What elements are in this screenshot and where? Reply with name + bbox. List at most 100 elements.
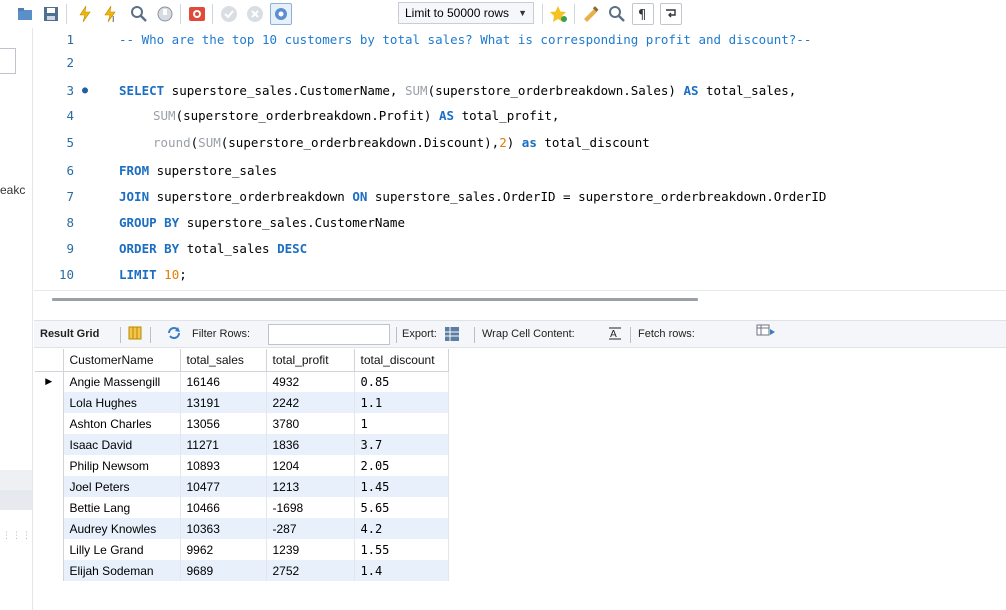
- grid-view-icon[interactable]: [128, 326, 142, 343]
- line-number: 2: [66, 54, 74, 70]
- sidebar-search-input[interactable]: [0, 48, 16, 74]
- table-row[interactable]: Ashton Charles 13056 3780 1: [35, 413, 449, 434]
- table-row[interactable]: Philip Newsom 10893 1204 2.05: [35, 455, 449, 476]
- line-number: 5: [66, 134, 74, 150]
- cell-total-profit[interactable]: 4932: [266, 371, 355, 392]
- cell-customername[interactable]: Lilly Le Grand: [63, 539, 181, 560]
- table-row[interactable]: Joel Peters 10477 1213 1.45: [35, 476, 449, 497]
- rollback-icon[interactable]: [244, 3, 266, 25]
- row-marker: [35, 434, 64, 455]
- refresh-icon[interactable]: [166, 326, 182, 343]
- cell-total-sales[interactable]: 10466: [180, 497, 267, 518]
- cell-total-profit[interactable]: 3780: [266, 413, 355, 434]
- cell-total-discount[interactable]: 5.65: [354, 497, 449, 518]
- line-number: 8: [66, 214, 74, 230]
- svg-text:I: I: [112, 15, 114, 23]
- result-grid-tab[interactable]: Result Grid: [40, 328, 99, 340]
- cell-total-profit[interactable]: 1239: [266, 539, 355, 560]
- commit-icon[interactable]: [218, 3, 240, 25]
- execute-icon[interactable]: [74, 3, 96, 25]
- cell-total-discount[interactable]: 1.1: [354, 392, 449, 413]
- filter-rows-input[interactable]: [268, 324, 390, 345]
- row-marker-header: [35, 349, 64, 372]
- cell-customername[interactable]: Isaac David: [63, 434, 181, 455]
- limit-rows-value: Limit to 50000 rows: [405, 6, 510, 20]
- cell-total-profit[interactable]: -287: [266, 518, 355, 539]
- cell-customername[interactable]: Audrey Knowles: [63, 518, 181, 539]
- wrap-icon[interactable]: [660, 3, 682, 25]
- fetch-rows-icon[interactable]: [756, 324, 776, 341]
- cell-total-profit[interactable]: 1213: [266, 476, 355, 497]
- invisible-chars-icon[interactable]: ¶: [632, 3, 654, 25]
- cell-total-sales[interactable]: 11271: [180, 434, 267, 455]
- cell-customername[interactable]: Elijah Sodeman: [63, 560, 181, 581]
- sql-editor[interactable]: 1 -- Who are the top 10 customers by tot…: [34, 28, 1006, 293]
- cell-total-discount[interactable]: 4.2: [354, 518, 449, 539]
- column-header-total-profit[interactable]: total_profit: [266, 349, 355, 372]
- bookmark-icon[interactable]: [548, 3, 570, 25]
- column-header-total-discount[interactable]: total_discount: [354, 349, 449, 372]
- export-icon[interactable]: [444, 326, 460, 345]
- editor-horizontal-scrollbar[interactable]: [52, 298, 698, 301]
- svg-text:A: A: [610, 329, 617, 340]
- stop-icon[interactable]: [154, 3, 176, 25]
- table-row[interactable]: Lola Hughes 13191 2242 1.1: [35, 392, 449, 413]
- autocommit-icon[interactable]: [270, 3, 292, 25]
- wrap-cell-icon[interactable]: A: [608, 326, 622, 343]
- column-header-total-sales[interactable]: total_sales: [180, 349, 267, 372]
- explain-icon[interactable]: [128, 3, 150, 25]
- cell-total-sales[interactable]: 9689: [180, 560, 267, 581]
- execute-cursor-icon[interactable]: I: [100, 3, 122, 25]
- cell-total-discount[interactable]: 1: [354, 413, 449, 434]
- find-icon[interactable]: [606, 3, 628, 25]
- table-row[interactable]: Isaac David 11271 1836 3.7: [35, 434, 449, 455]
- cell-customername[interactable]: Bettie Lang: [63, 497, 181, 518]
- cell-total-profit[interactable]: 1204: [266, 455, 355, 476]
- cell-total-sales[interactable]: 10477: [180, 476, 267, 497]
- fetch-rows-label: Fetch rows:: [638, 328, 695, 340]
- cell-total-discount[interactable]: 2.05: [354, 455, 449, 476]
- svg-text:¶: ¶: [638, 8, 646, 21]
- result-grid[interactable]: CustomerName total_sales total_profit to…: [35, 349, 449, 581]
- cell-total-discount[interactable]: 0.85: [354, 371, 449, 392]
- resize-handle-icon[interactable]: ⋮⋮⋮: [2, 530, 32, 541]
- cell-total-sales[interactable]: 10363: [180, 518, 267, 539]
- cell-total-sales[interactable]: 13191: [180, 392, 267, 413]
- cell-total-profit[interactable]: 2752: [266, 560, 355, 581]
- cell-total-sales[interactable]: 9962: [180, 539, 267, 560]
- cell-total-discount[interactable]: 1.4: [354, 560, 449, 581]
- beautify-icon[interactable]: [580, 3, 602, 25]
- line-number: 9: [66, 240, 74, 256]
- table-row[interactable]: ▶ Angie Massengill 16146 4932 0.85: [35, 371, 449, 392]
- cell-customername[interactable]: Joel Peters: [63, 476, 181, 497]
- filter-rows-label: Filter Rows:: [192, 328, 251, 340]
- cell-customername[interactable]: Angie Massengill: [63, 371, 181, 392]
- limit-rows-select[interactable]: Limit to 50000 rows ▼: [398, 2, 534, 24]
- statement-marker-icon: ●: [82, 84, 89, 96]
- table-row[interactable]: Lilly Le Grand 9962 1239 1.55: [35, 539, 449, 560]
- save-icon[interactable]: [40, 3, 62, 25]
- cell-total-sales[interactable]: 10893: [180, 455, 267, 476]
- cell-customername[interactable]: Philip Newsom: [63, 455, 181, 476]
- folder-icon[interactable]: [14, 3, 36, 25]
- table-row[interactable]: Bettie Lang 10466 -1698 5.65: [35, 497, 449, 518]
- row-marker: [35, 413, 64, 434]
- line-number: 6: [66, 162, 74, 178]
- toggle-error-icon[interactable]: [186, 3, 208, 25]
- cell-total-profit[interactable]: -1698: [266, 497, 355, 518]
- column-header-customername[interactable]: CustomerName: [63, 349, 181, 372]
- cell-total-discount[interactable]: 3.7: [354, 434, 449, 455]
- cell-total-profit[interactable]: 1836: [266, 434, 355, 455]
- current-row-icon: ▶: [35, 371, 64, 392]
- cell-total-sales[interactable]: 13056: [180, 413, 267, 434]
- line-number: 4: [66, 107, 74, 123]
- cell-customername[interactable]: Lola Hughes: [63, 392, 181, 413]
- cell-total-discount[interactable]: 1.45: [354, 476, 449, 497]
- cell-total-discount[interactable]: 1.55: [354, 539, 449, 560]
- cell-customername[interactable]: Ashton Charles: [63, 413, 181, 434]
- cell-total-sales[interactable]: 16146: [180, 371, 267, 392]
- table-row[interactable]: Elijah Sodeman 9689 2752 1.4: [35, 560, 449, 581]
- table-row[interactable]: Audrey Knowles 10363 -287 4.2: [35, 518, 449, 539]
- cell-total-profit[interactable]: 2242: [266, 392, 355, 413]
- sql-comment: -- Who are the top 10 customers by total…: [119, 31, 812, 47]
